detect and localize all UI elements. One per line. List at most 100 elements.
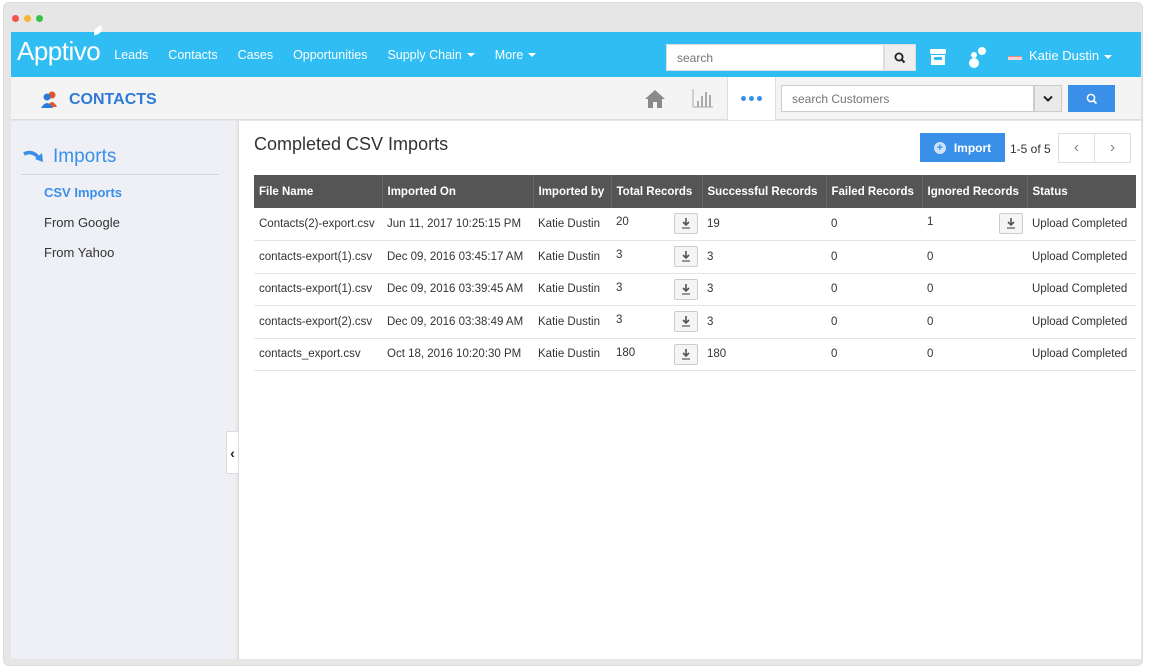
status-cell: Upload Completed <box>1027 305 1136 339</box>
column-header[interactable]: Total Records <box>610 175 702 208</box>
table-header-row: File Name Imported On Imported by Total … <box>254 175 1136 208</box>
total-records-value: 20 <box>616 216 629 228</box>
chevron-down-icon <box>1043 95 1053 102</box>
chart-icon[interactable] <box>692 88 714 108</box>
column-header[interactable]: Successful Records <box>701 175 826 208</box>
download-total-button[interactable] <box>674 311 698 332</box>
maximize-window-button[interactable] <box>36 15 43 22</box>
table-row[interactable]: contacts_export.csv Oct 18, 2016 10:20:3… <box>254 338 1136 371</box>
caret-down-icon <box>1104 54 1113 59</box>
main-content: Completed CSV Imports + Import 1-5 of 5 ‹… <box>238 121 1141 659</box>
next-page-button[interactable]: › <box>1094 133 1131 163</box>
nav-link-cases[interactable]: Cases <box>238 48 273 62</box>
table-row[interactable]: Contacts(2)-export.csv Jun 11, 2017 10:2… <box>254 208 1136 241</box>
file-name-cell: contacts-export(1).csv <box>254 240 382 274</box>
global-search-input[interactable] <box>666 44 884 71</box>
user-name: Katie Dustin <box>1029 48 1100 63</box>
sidebar-item-from-google[interactable]: From Google <box>44 215 120 230</box>
download-total-button[interactable] <box>674 343 698 365</box>
browser-window: Apptivo Leads Contacts Cases Opportuniti… <box>3 2 1143 666</box>
chevron-left-icon: ‹ <box>1073 139 1080 156</box>
successful-records-cell: 180 <box>702 338 826 371</box>
total-records-cell: 3 <box>611 305 702 339</box>
download-total-button[interactable] <box>674 278 698 300</box>
caret-down-icon <box>528 53 537 58</box>
sidebar: Imports CSV Imports From Google From Yah… <box>11 121 236 659</box>
status-cell: Upload Completed <box>1027 208 1136 241</box>
file-name-cell: contacts-export(2).csv <box>254 305 382 339</box>
download-total-button[interactable] <box>674 213 698 234</box>
total-records-cell: 3 <box>611 240 702 274</box>
flag-icon <box>1008 56 1022 60</box>
more-icon-dot <box>749 96 754 101</box>
download-total-button[interactable] <box>674 246 698 267</box>
sidebar-section-title: Imports <box>53 146 117 167</box>
window-titlebar <box>4 3 1142 32</box>
table-row[interactable]: contacts-export(1).csv Dec 09, 2016 03:4… <box>254 240 1136 274</box>
failed-records-cell: 0 <box>826 208 922 241</box>
ignored-records-value: 0 <box>927 283 934 296</box>
column-header[interactable]: Status <box>1026 175 1136 208</box>
file-name-cell: Contacts(2)-export.csv <box>254 208 382 241</box>
customer-search-input[interactable] <box>781 85 1034 112</box>
failed-records-cell: 0 <box>826 240 922 274</box>
user-menu[interactable]: Katie Dustin <box>1029 48 1113 63</box>
sidebar-item-csv-imports[interactable]: CSV Imports <box>44 185 122 200</box>
minimize-window-button[interactable] <box>24 15 31 22</box>
ignored-records-cell: 0 <box>922 305 1027 339</box>
more-options-tab[interactable] <box>727 77 776 120</box>
download-ignored-button[interactable] <box>999 213 1023 234</box>
nav-link-more-label: More <box>494 47 524 62</box>
column-header[interactable]: Ignored Records <box>921 175 1027 208</box>
download-icon <box>682 348 690 360</box>
previous-page-button[interactable]: ‹ <box>1058 133 1095 163</box>
sidebar-item-from-yahoo[interactable]: From Yahoo <box>44 245 114 260</box>
download-icon <box>682 283 690 295</box>
app-title: CONTACTS <box>69 91 157 108</box>
file-name-cell: contacts-export(1).csv <box>254 273 382 306</box>
import-button[interactable]: + Import <box>920 133 1005 162</box>
failed-records-cell: 0 <box>826 338 922 371</box>
nav-link-leads[interactable]: Leads <box>114 48 148 62</box>
sidebar-divider <box>21 174 219 175</box>
more-icon-dot <box>757 96 762 101</box>
table-row[interactable]: contacts-export(1).csv Dec 09, 2016 03:3… <box>254 273 1136 306</box>
column-header[interactable]: Failed Records <box>825 175 922 208</box>
customer-search-dropdown[interactable] <box>1034 85 1062 112</box>
ignored-records-value: 0 <box>927 250 934 263</box>
customer-search-button[interactable] <box>1068 85 1115 112</box>
nav-link-contacts[interactable]: Contacts <box>168 48 217 62</box>
download-icon <box>682 316 690 327</box>
ignored-records-cell: 1 <box>922 208 1027 241</box>
close-window-button[interactable] <box>12 15 19 22</box>
ignored-records-value: 0 <box>927 315 934 328</box>
column-header[interactable]: Imported by <box>532 175 611 208</box>
total-records-value: 180 <box>616 346 636 359</box>
chevron-left-icon: ‹ <box>230 444 235 461</box>
apptivo-logo[interactable]: Apptivo <box>17 25 104 67</box>
nav-link-supply-chain[interactable]: Supply Chain <box>387 48 475 62</box>
status-cell: Upload Completed <box>1027 240 1136 274</box>
imported-by-cell: Katie Dustin <box>533 208 611 241</box>
imported-on-cell: Jun 11, 2017 10:25:15 PM <box>382 208 533 241</box>
contacts-app-icon <box>41 91 57 108</box>
ignored-records-value: 1 <box>927 216 934 228</box>
successful-records-cell: 3 <box>702 305 826 339</box>
download-icon <box>682 218 690 229</box>
successful-records-cell: 3 <box>702 240 826 274</box>
total-records-cell: 180 <box>611 338 702 371</box>
imported-by-cell: Katie Dustin <box>533 338 611 371</box>
nav-link-more[interactable]: More <box>494 47 537 62</box>
column-header[interactable]: File Name <box>254 175 382 208</box>
global-search-button[interactable] <box>884 44 916 71</box>
home-icon[interactable] <box>644 89 666 109</box>
column-header[interactable]: Imported On <box>381 175 533 208</box>
total-records-cell: 20 <box>611 208 702 241</box>
add-user-icon[interactable] <box>967 46 987 68</box>
table-row[interactable]: contacts-export(2).csv Dec 09, 2016 03:3… <box>254 305 1136 339</box>
store-icon[interactable] <box>929 48 947 66</box>
failed-records-cell: 0 <box>826 273 922 306</box>
nav-link-opportunities[interactable]: Opportunities <box>293 48 367 62</box>
collapse-sidebar-button[interactable]: ‹ <box>226 431 238 474</box>
pagination-count: 1-5 of 5 <box>1010 142 1051 156</box>
